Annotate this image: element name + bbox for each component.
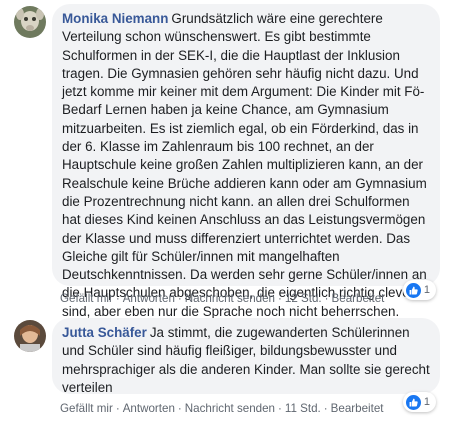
avatar[interactable] xyxy=(14,320,46,352)
comment-actions: Gefällt mir · Antworten · Nachricht senden · 1… xyxy=(60,402,384,415)
send-message-link[interactable]: Nachricht senden xyxy=(185,292,275,305)
like-icon xyxy=(405,282,421,298)
reaction-count: 1 xyxy=(423,284,430,296)
reply-link[interactable]: Antworten xyxy=(123,402,175,415)
separator: · xyxy=(115,402,120,415)
separator: · xyxy=(115,292,120,305)
reaction-summary[interactable]: 1 xyxy=(402,280,436,300)
comment-text: Grundsätzlich wäre eine gerechtere Verte… xyxy=(62,11,427,319)
separator: · xyxy=(278,402,282,415)
avatar-photo-icon xyxy=(14,6,46,38)
comment-actions: Gefällt mir · Antworten · Nachricht senden · 1… xyxy=(60,292,384,305)
comment-author[interactable]: Jutta Schäfer xyxy=(62,325,147,340)
reply-link[interactable]: Antworten xyxy=(123,292,175,305)
comment-bubble: Jutta Schäfer Ja stimmt, die zugewanderte… xyxy=(52,318,440,395)
separator: · xyxy=(177,292,182,305)
reaction-count: 1 xyxy=(423,396,430,408)
separator: · xyxy=(177,402,182,415)
separator: · xyxy=(324,292,329,305)
timestamp[interactable]: 11 Std. xyxy=(285,402,321,415)
timestamp[interactable]: 12 Std. xyxy=(285,292,322,305)
separator: · xyxy=(323,402,328,415)
avatar-photo-icon xyxy=(14,320,46,352)
edited-label[interactable]: Bearbeitet xyxy=(332,292,385,305)
separator: · xyxy=(278,292,282,305)
like-icon xyxy=(405,394,421,410)
like-link[interactable]: Gefällt mir xyxy=(60,292,113,305)
comment-author[interactable]: Monika Niemann xyxy=(62,11,168,26)
comment-bubble: Monika Niemann Grundsätzlich wäre eine ge… xyxy=(52,4,440,319)
edited-label[interactable]: Bearbeitet xyxy=(331,402,384,415)
like-link[interactable]: Gefällt mir xyxy=(60,402,113,415)
avatar[interactable] xyxy=(14,6,46,38)
send-message-link[interactable]: Nachricht senden xyxy=(185,402,275,415)
reaction-summary[interactable]: 1 xyxy=(402,392,436,412)
